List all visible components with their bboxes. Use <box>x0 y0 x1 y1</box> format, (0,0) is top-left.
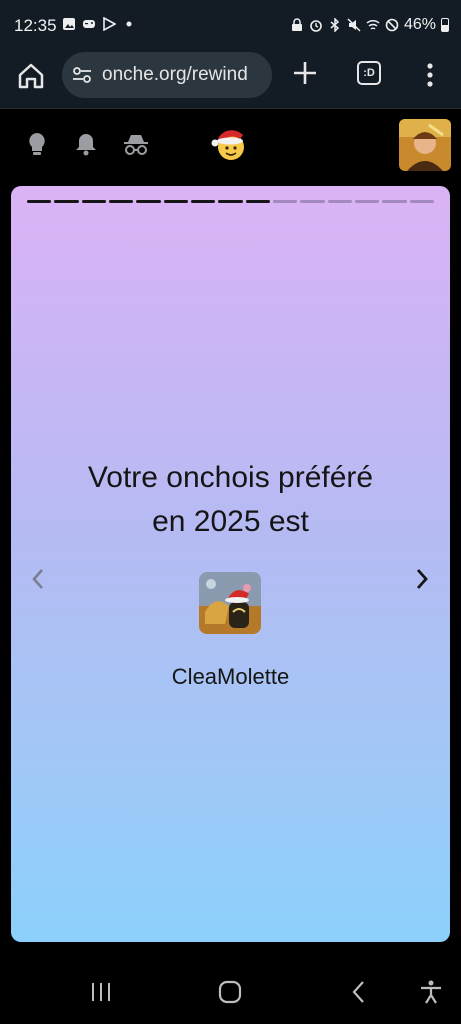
favorite-user-avatar[interactable] <box>199 572 261 634</box>
game-controller-icon <box>83 20 95 28</box>
wifi-icon <box>366 19 380 30</box>
battery-icon <box>441 18 449 32</box>
progress-segment <box>382 200 407 203</box>
user-avatar[interactable] <box>399 119 451 171</box>
bluetooth-icon <box>330 18 340 32</box>
lock-icon <box>291 18 302 31</box>
mute-icon <box>347 18 361 32</box>
site-header <box>0 109 461 181</box>
favorite-user-name[interactable]: CleaMolette <box>51 664 410 690</box>
alarm-icon <box>310 20 322 32</box>
progress-segment <box>272 200 298 203</box>
bell-icon[interactable] <box>73 131 99 157</box>
home-icon[interactable] <box>15 60 47 92</box>
story-card[interactable]: Votre onchois préféré en 2025 est CleaMo… <box>11 186 450 942</box>
new-tab-icon[interactable] <box>290 58 320 88</box>
progress-segment <box>163 200 188 203</box>
system-navigation-bar <box>0 955 461 1024</box>
incognito-icon[interactable] <box>122 131 150 157</box>
progress-segment <box>27 200 52 203</box>
status-bar: 12:35 46% <box>0 0 461 52</box>
system-status-icons: 46% <box>290 16 449 34</box>
play-store-icon <box>103 17 116 31</box>
progress-segment <box>409 200 434 203</box>
progress-segment <box>136 200 161 203</box>
santa-hat-emoji-logo[interactable] <box>211 125 249 163</box>
site-settings-icon[interactable] <box>72 66 92 84</box>
url-bar[interactable]: onche.org/rewind <box>62 52 272 98</box>
chevron-left-icon[interactable] <box>27 566 49 592</box>
lightbulb-icon[interactable] <box>24 131 50 157</box>
chevron-right-icon[interactable] <box>411 566 433 592</box>
battery-percent: 46% <box>403 16 436 33</box>
tabs-icon[interactable]: :D <box>357 61 381 85</box>
status-time: 12:35 <box>14 16 57 35</box>
dot-icon <box>126 21 132 27</box>
story-progress-bar <box>27 200 434 204</box>
do-not-disturb-icon <box>385 18 399 32</box>
story-title: Votre onchois préféré en 2025 est <box>87 461 374 538</box>
browser-toolbar: onche.org/rewind :D <box>0 52 461 108</box>
notification-icons <box>62 17 136 31</box>
menu-icon[interactable] <box>420 60 440 90</box>
progress-segment <box>300 200 325 203</box>
progress-segment <box>190 200 216 203</box>
back-icon[interactable] <box>346 979 372 1005</box>
progress-segment <box>218 200 243 203</box>
url-text[interactable]: onche.org/rewind <box>102 64 264 86</box>
accessibility-icon[interactable] <box>418 979 444 1005</box>
progress-segment <box>108 200 134 203</box>
progress-segment <box>327 200 352 203</box>
progress-segment <box>354 200 380 203</box>
home-nav-icon[interactable] <box>217 979 243 1005</box>
progress-segment <box>54 200 79 203</box>
recent-apps-icon[interactable] <box>88 979 114 1005</box>
image-icon <box>63 18 75 30</box>
progress-segment <box>81 200 106 203</box>
progress-segment <box>245 200 270 203</box>
